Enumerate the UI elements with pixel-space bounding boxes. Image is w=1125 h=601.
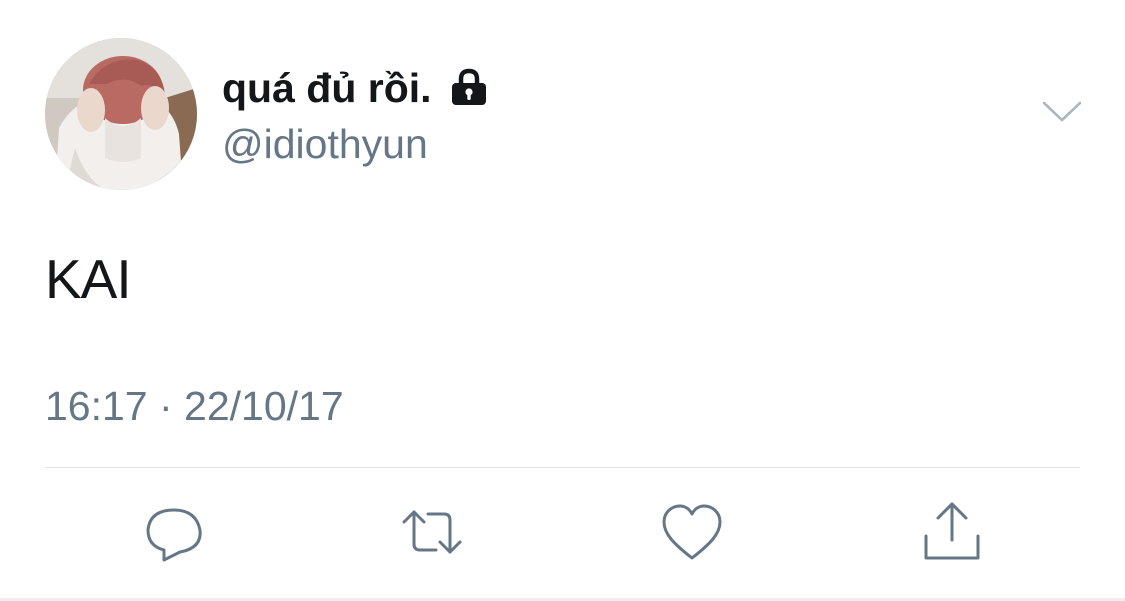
retweet-icon [402,510,462,554]
retweet-button[interactable] [400,500,464,564]
avatar[interactable] [45,38,197,190]
share-icon [924,502,980,560]
chevron-down-icon[interactable] [1040,96,1084,126]
share-button[interactable] [920,500,984,564]
avatar-photo [45,38,197,190]
author-display-name-row[interactable]: quá đủ rồi. [222,62,490,114]
lock-icon [448,67,490,109]
tweet-text: KAI [45,248,132,310]
like-button[interactable] [660,500,724,564]
reply-button[interactable] [142,500,206,564]
tweet-timestamp[interactable]: 16:17 · 22/10/17 [45,380,344,432]
divider [45,467,1080,468]
author-display-name[interactable]: quá đủ rồi. [222,62,432,114]
reply-icon [146,508,202,562]
heart-icon [662,504,722,560]
author-handle[interactable]: @idiothyun [222,118,428,170]
